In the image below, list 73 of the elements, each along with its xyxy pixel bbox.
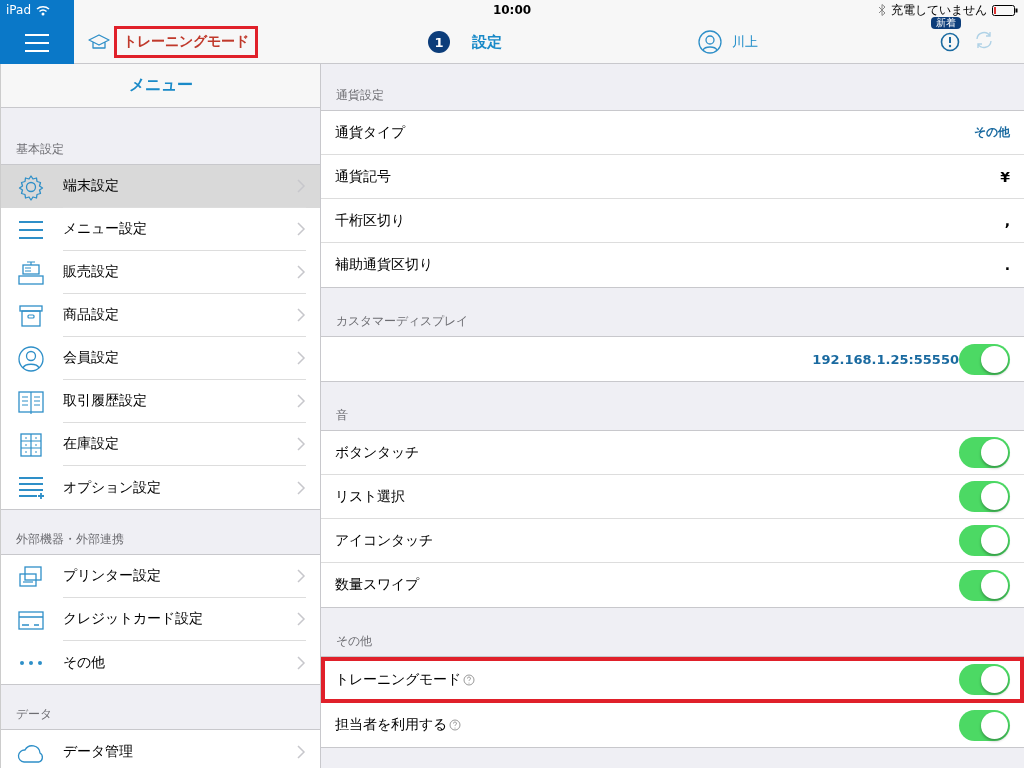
charging-status: 充電していません — [891, 1, 987, 17]
toggle-switch[interactable] — [959, 343, 1010, 375]
battery-icon — [992, 4, 1018, 16]
section-label: その他 — [335, 633, 373, 650]
chevron-icon — [296, 743, 306, 760]
setting-value: , — [1004, 212, 1010, 229]
chevron-icon — [296, 654, 306, 671]
alert-icon[interactable] — [940, 32, 960, 52]
setting-value: 192.168.1.25:55550 — [812, 351, 959, 367]
chevron-icon — [296, 350, 306, 366]
setting-label: トレーニングモード — [335, 670, 461, 689]
section-label: カスタマーディスプレイ — [335, 313, 469, 330]
register-icon — [17, 258, 45, 287]
chevron-icon — [296, 611, 306, 627]
sidebar-item[interactable]: 在庫設定 — [1, 423, 320, 466]
sidebar-item[interactable]: 販売設定 — [1, 251, 320, 294]
setting-label: ボタンタッチ — [335, 443, 419, 462]
sidebar-item[interactable]: プリンター設定 — [1, 555, 320, 598]
section-label: 基本設定 — [15, 141, 65, 158]
section-label: データ — [15, 706, 53, 723]
chevron-icon — [296, 436, 306, 452]
menu-icon — [25, 34, 49, 52]
person-icon — [17, 344, 45, 373]
setting-label: 千桁区切り — [335, 211, 405, 230]
sidebar-item[interactable]: 会員設定 — [1, 337, 320, 380]
dots-icon — [20, 660, 42, 665]
menu-button[interactable] — [0, 0, 74, 64]
sidebar-item[interactable]: メニュー設定 — [1, 208, 320, 251]
sidebar-item[interactable]: オプション設定 — [1, 466, 320, 509]
graduation-cap-icon — [88, 33, 110, 51]
chevron-icon — [296, 221, 306, 237]
toggle-switch[interactable] — [959, 664, 1010, 695]
setting-value: . — [1004, 257, 1010, 273]
toggle-switch[interactable] — [959, 437, 1010, 468]
toggle-switch[interactable] — [959, 525, 1010, 556]
sidebar-item[interactable]: 取引履歴設定 — [1, 380, 320, 423]
page-title: 設定 — [472, 32, 502, 52]
setting-value: ¥ — [1000, 168, 1010, 185]
setting-label: リスト選択 — [335, 487, 405, 506]
setting-label: 担当者を利用する — [335, 716, 447, 734]
sidebar-item[interactable]: その他 — [1, 641, 320, 684]
wifi-icon — [36, 4, 50, 16]
setting-label: 通貨タイプ — [335, 123, 405, 142]
chevron-icon — [296, 307, 306, 323]
new-badge: 新着 — [931, 17, 961, 29]
section-label: 外部機器・外部連携 — [15, 531, 125, 548]
setting-link[interactable]: その他 — [974, 124, 1010, 141]
chevron-icon — [296, 479, 306, 496]
setting-label: 補助通貨区切り — [335, 256, 433, 274]
status-time: 10:00 — [492, 3, 532, 17]
sidebar-item[interactable]: 商品設定 — [1, 294, 320, 337]
setting-label: 数量スワイプ — [335, 576, 419, 594]
section-label: 音 — [335, 407, 349, 424]
toggle-switch[interactable] — [959, 709, 1010, 741]
sidebar-item[interactable]: 端末設定 — [1, 165, 320, 208]
menu-title: メニュー — [1, 64, 320, 108]
toggle-switch[interactable] — [959, 481, 1010, 512]
toggle-switch[interactable] — [959, 569, 1010, 601]
chevron-icon — [296, 568, 306, 584]
mode-label: トレーニングモード — [114, 26, 258, 58]
chevron-icon — [296, 393, 306, 409]
sidebar-item[interactable]: データ管理 — [1, 730, 320, 768]
sidebar-item[interactable]: クレジットカード設定 — [1, 598, 320, 641]
user-name: 川上 — [732, 33, 758, 51]
section-label: 通貨設定 — [335, 87, 385, 104]
drawers-icon — [17, 430, 45, 459]
bluetooth-icon — [878, 4, 886, 16]
device-name: iPad — [6, 3, 31, 17]
chevron-icon — [296, 264, 306, 280]
step-badge: 1 — [428, 31, 450, 53]
user-icon — [698, 30, 722, 54]
setting-label: アイコンタッチ — [335, 531, 433, 550]
setting-label: 通貨記号 — [335, 167, 391, 186]
